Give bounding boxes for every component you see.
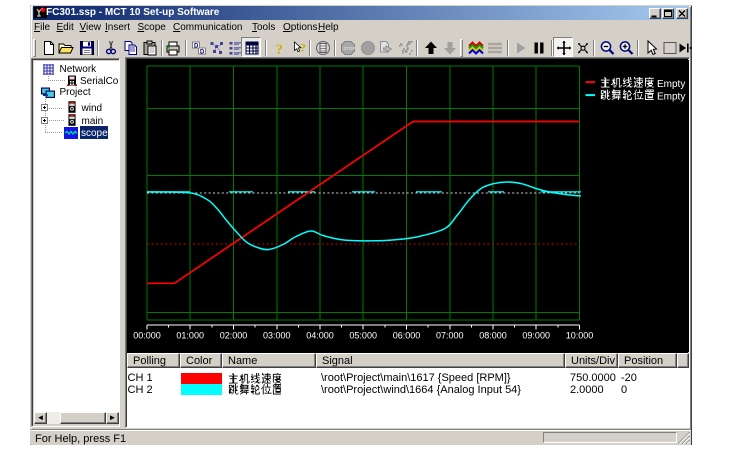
svg-text:09:000: 09:000 (522, 331, 550, 341)
svg-text:10:000: 10:000 (566, 331, 594, 341)
svg-text:Empty: Empty (657, 79, 685, 90)
svg-text:?: ? (300, 41, 306, 55)
svg-text:03:000: 03:000 (263, 331, 291, 341)
svg-text:01:000: 01:000 (176, 331, 204, 341)
svg-text:06:000: 06:000 (393, 331, 421, 341)
svg-text:D: D (200, 50, 205, 56)
svg-text:Empty: Empty (657, 91, 685, 102)
svg-text:02:000: 02:000 (220, 331, 248, 341)
svg-text:07:000: 07:000 (436, 331, 464, 341)
svg-text:08:000: 08:000 (479, 331, 507, 341)
svg-text:?: ? (276, 42, 284, 56)
svg-text:STOP: STOP (343, 46, 355, 51)
svg-text:00:000: 00:000 (133, 331, 161, 341)
svg-text:04:000: 04:000 (306, 331, 334, 341)
svg-text:05:000: 05:000 (349, 331, 377, 341)
